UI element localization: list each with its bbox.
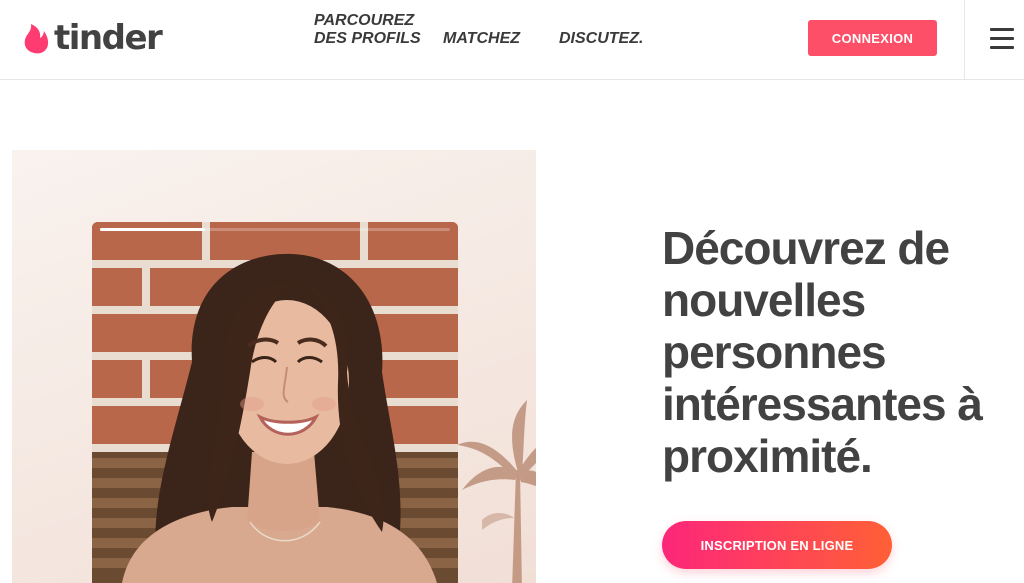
profile-photo-image [92,222,458,583]
profile-photo[interactable] [92,222,458,583]
login-button[interactable]: CONNEXION [808,20,937,56]
hero-title: Découvrez de nouvelles personnes intéres… [662,222,983,482]
nav-match[interactable]: MATCHEZ [443,30,520,48]
nav-browse-profiles[interactable]: PARCOUREZ DES PROFILS [314,12,434,48]
photo-progress-fill [100,228,205,231]
tinder-logo[interactable]: tinder [22,18,163,58]
photo-progress-bar [100,228,450,231]
header-divider [964,0,965,80]
flame-icon [24,24,49,54]
signup-button[interactable]: INSCRIPTION EN LIGNE [662,521,892,569]
site-header: tinder PARCOUREZ DES PROFILS MATCHEZ DIS… [0,0,1024,80]
palm-tree-image [457,400,536,583]
nav-chat[interactable]: DISCUTEZ. [559,30,643,48]
hamburger-icon[interactable] [980,24,1024,56]
brand-name: tinder [54,18,163,58]
